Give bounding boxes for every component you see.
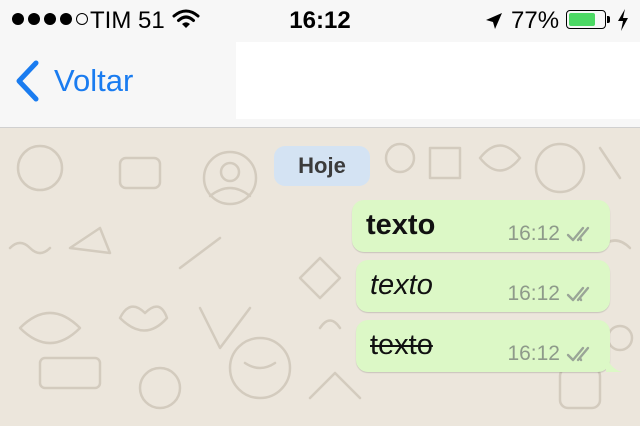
back-button[interactable]: Voltar	[14, 60, 133, 102]
double-check-icon	[566, 286, 590, 302]
screen: TIM 51 16:12 77% Voltar Hoje texto 16:12…	[0, 0, 640, 426]
back-label: Voltar	[54, 63, 134, 98]
message-meta: 16:12	[507, 282, 596, 306]
chat-area[interactable]: Hoje texto 16:12 texto 16:12 texto 16:12	[0, 128, 640, 426]
date-separator: Hoje	[274, 146, 370, 186]
navigation-bar: Voltar	[0, 42, 640, 128]
chevron-left-icon	[16, 60, 39, 102]
status-bar: TIM 51 16:12 77%	[0, 0, 640, 42]
message-meta: 16:12	[507, 342, 596, 366]
message-time: 16:12	[507, 342, 560, 365]
double-check-icon	[566, 346, 590, 362]
message-time: 16:12	[507, 222, 560, 245]
location-arrow-icon	[486, 13, 502, 29]
message-text: texto	[366, 209, 436, 241]
bubble-tail	[606, 352, 622, 372]
message-text: texto	[370, 269, 433, 301]
battery-icon	[566, 10, 606, 29]
message-bubble[interactable]: texto 16:12	[356, 260, 610, 312]
message-time: 16:12	[507, 282, 560, 305]
charging-bolt-icon	[618, 9, 628, 31]
message-bubble[interactable]: texto 16:12	[356, 320, 622, 372]
message-text: texto	[370, 329, 433, 361]
double-check-icon	[566, 226, 590, 242]
message-bubble[interactable]: texto 16:12	[352, 200, 610, 252]
message-meta: 16:12	[507, 222, 596, 246]
chat-title-area[interactable]	[236, 42, 640, 119]
battery-cap	[607, 16, 610, 23]
battery-percentage: 77%	[511, 7, 560, 34]
